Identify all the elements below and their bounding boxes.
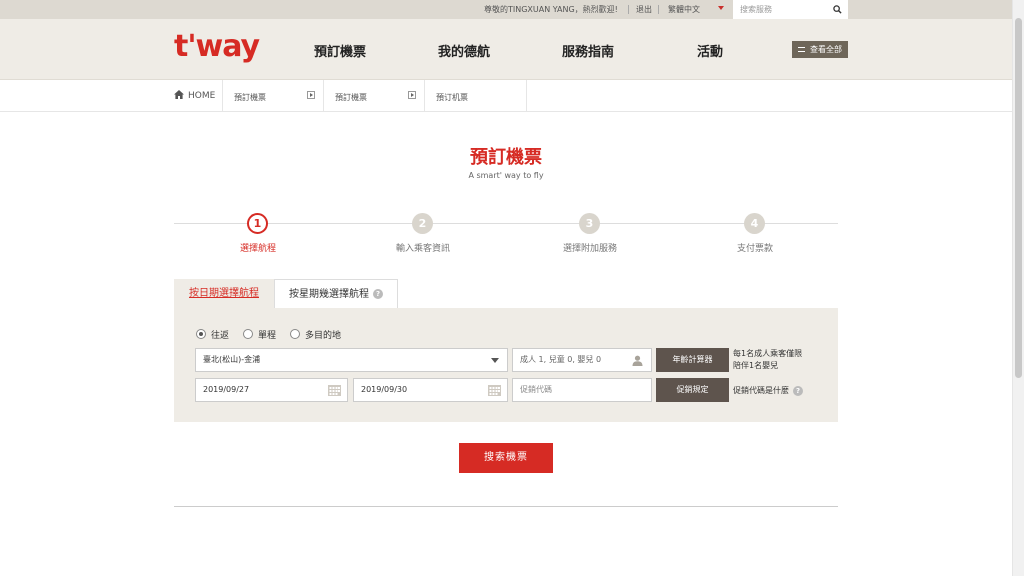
breadcrumb-item[interactable]: 預訂機票 — [222, 80, 323, 111]
tab-by-weekday-label: 按星期幾選擇航程 — [289, 289, 369, 300]
infant-note-line: 陪伴1名嬰兒 — [733, 361, 779, 370]
home-icon[interactable] — [174, 90, 184, 99]
passenger-value: 成人 1, 兒童 0, 嬰兒 0 — [520, 355, 602, 364]
menu-icon — [798, 47, 805, 52]
tab-by-date[interactable]: 按日期選擇航程 — [174, 279, 274, 308]
nav-service-guide[interactable]: 服務指南 — [562, 41, 614, 60]
infant-note-line: 每1名成人乘客僅限 — [733, 349, 803, 358]
step-3-circle: 3 — [579, 213, 600, 234]
tway-logo[interactable]: t'way — [174, 29, 260, 64]
main-header: t'way 預訂機票 我的德航 服務指南 活動 查看全部 — [0, 19, 1012, 80]
steps-progress-line — [174, 223, 838, 224]
breadcrumb: HOME 預訂機票 預訂機票 預订机票 — [0, 80, 1012, 112]
arrow-right-icon[interactable] — [307, 91, 315, 99]
passenger-selector[interactable]: 成人 1, 兒童 0, 嬰兒 0 — [512, 348, 652, 372]
page-subtitle: A smart' way to fly — [468, 171, 544, 180]
help-icon[interactable]: ? — [793, 385, 803, 396]
page-title: 預訂機票 — [470, 147, 542, 168]
arrow-right-icon[interactable] — [408, 91, 416, 99]
help-icon[interactable]: ? — [373, 289, 383, 299]
radio-label: 單程 — [258, 331, 277, 341]
breadcrumb-item-label: 預訂機票 — [335, 93, 367, 102]
user-greeting: 尊敬的TINGXUAN YANG，熱烈歡迎! — [484, 5, 618, 14]
depart-date-field[interactable]: 2019/09/27 — [195, 378, 348, 402]
search-icon[interactable] — [833, 5, 842, 14]
divider — [628, 5, 629, 14]
nav-book-ticket[interactable]: 預訂機票 — [314, 41, 366, 60]
step-4-label: 支付票款 — [736, 244, 773, 254]
person-icon[interactable] — [632, 355, 643, 366]
breadcrumb-item-label: 預訂機票 — [234, 93, 266, 102]
step-1-circle: 1 — [247, 213, 268, 234]
caret-down-icon[interactable] — [718, 6, 724, 10]
radio-unselected-icon[interactable] — [290, 329, 300, 339]
calendar-icon[interactable] — [488, 385, 501, 396]
breadcrumb-item-current[interactable]: 預订机票 — [424, 80, 527, 111]
radio-label: 多目的地 — [305, 331, 342, 341]
search-flights-button[interactable]: 搜索機票 — [459, 443, 553, 473]
divider — [174, 506, 838, 507]
promo-rules-button[interactable]: 促銷規定 — [656, 378, 729, 402]
divider — [658, 5, 659, 14]
route-value: 臺北(松山)-金浦 — [203, 355, 261, 364]
top-utility-bar: 尊敬的TINGXUAN YANG，熱烈歡迎! 退出 繁體中文 — [0, 0, 1012, 19]
return-date-field[interactable]: 2019/09/30 — [353, 378, 508, 402]
logout-link[interactable]: 退出 — [636, 4, 652, 15]
route-select[interactable]: 臺北(松山)-金浦 — [195, 348, 508, 372]
page-scrollbar[interactable] — [1012, 0, 1024, 576]
flight-search-panel: 往返 單程 多目的地 臺北(松山)-金浦 成人 1, 兒童 0, 嬰兒 0 年齡… — [174, 308, 838, 422]
promo-question-label: 促銷代碼是什麼 — [733, 386, 789, 395]
radio-label: 往返 — [211, 331, 230, 341]
calendar-icon[interactable] — [328, 385, 341, 396]
infant-note: 每1名成人乘客僅限 陪伴1名嬰兒 — [733, 348, 802, 372]
tab-by-weekday[interactable]: 按星期幾選擇航程? — [274, 279, 398, 308]
step-3-label: 選擇附加服務 — [562, 244, 617, 254]
view-all-button[interactable]: 查看全部 — [792, 41, 848, 58]
step-2-circle: 2 — [412, 213, 433, 234]
depart-date-value: 2019/09/27 — [203, 385, 250, 394]
breadcrumb-item-label: 預订机票 — [436, 93, 468, 102]
radio-selected-icon[interactable] — [196, 329, 206, 339]
view-all-label: 查看全部 — [810, 45, 842, 54]
step-4-circle: 4 — [744, 213, 765, 234]
step-1-label: 選擇航程 — [239, 244, 276, 254]
language-selector[interactable]: 繁體中文 — [668, 4, 700, 15]
breadcrumb-item[interactable]: 預訂機票 — [323, 80, 424, 111]
radio-unselected-icon[interactable] — [243, 329, 253, 339]
page: 尊敬的TINGXUAN YANG，熱烈歡迎! 退出 繁體中文 t'way 預訂機… — [0, 0, 1012, 576]
scrollbar-thumb[interactable] — [1015, 18, 1022, 378]
breadcrumb-home[interactable]: HOME — [188, 91, 215, 101]
age-calculator-button[interactable]: 年齡計算器 — [656, 348, 729, 372]
promo-code-input[interactable]: 促銷代碼 — [512, 378, 652, 402]
return-date-value: 2019/09/30 — [361, 385, 408, 394]
nav-my-tway[interactable]: 我的德航 — [438, 41, 490, 60]
service-search-input[interactable] — [733, 0, 848, 19]
chevron-down-icon[interactable] — [491, 358, 499, 363]
nav-events[interactable]: 活動 — [697, 41, 723, 60]
promo-question[interactable]: 促銷代碼是什麼? — [733, 385, 803, 397]
step-2-label: 輸入乘客資訊 — [395, 244, 450, 254]
